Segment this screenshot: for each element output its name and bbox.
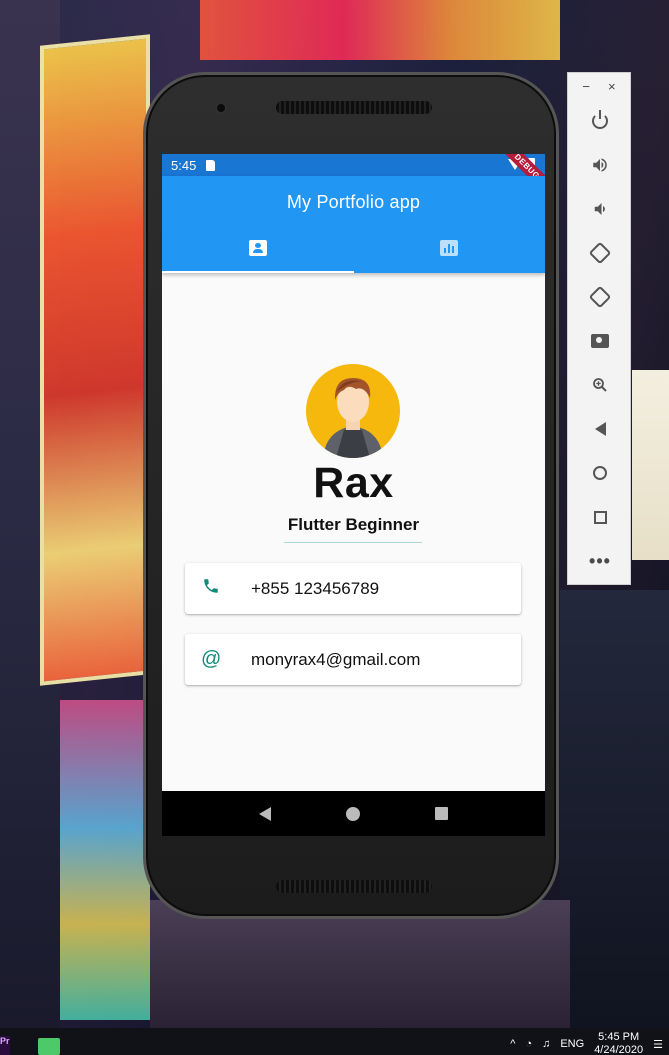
- power-icon: [592, 110, 608, 129]
- tab-profile[interactable]: [162, 223, 354, 273]
- nav-home-icon[interactable]: [345, 806, 360, 821]
- volume-down-button[interactable]: [568, 187, 632, 231]
- nav-back-icon[interactable]: [259, 806, 272, 821]
- power-button[interactable]: [568, 99, 632, 143]
- phone-card[interactable]: +855 123456789: [185, 563, 521, 614]
- home-button[interactable]: [568, 451, 632, 495]
- zoom-button[interactable]: [568, 363, 632, 407]
- home-icon: [593, 466, 607, 480]
- zoom-icon: [593, 378, 607, 392]
- app-bar: My Portfolio app: [162, 176, 545, 273]
- rotate-right-icon: [588, 285, 612, 309]
- tab-stats[interactable]: [354, 223, 546, 273]
- phone-icon: [201, 577, 221, 601]
- chevron-up-icon[interactable]: ^: [510, 1038, 515, 1050]
- divider: [284, 542, 422, 543]
- close-button[interactable]: ×: [608, 79, 616, 94]
- profile-content: Rax Flutter Beginner +855 123456789 @ mo…: [162, 273, 545, 836]
- speaker-icon[interactable]: ♫: [542, 1038, 550, 1050]
- android-studio-app-icon[interactable]: [38, 1038, 60, 1055]
- more-button[interactable]: •••: [568, 539, 632, 583]
- clock-date: 4/24/2020: [594, 1044, 644, 1055]
- phone-number: +855 123456789: [251, 578, 380, 598]
- email-address: monyrax4@gmail.com: [251, 649, 421, 669]
- camera-icon: [591, 334, 609, 348]
- system-tray: ^ ◔ ♫ ENG 5:45 PM 4/24/2020 ☰: [510, 1031, 663, 1055]
- sd-card-icon: [206, 159, 216, 171]
- android-nav-bar: [162, 791, 545, 836]
- volume-up-icon: [593, 158, 607, 172]
- phone-screen: 5:45 DEBUG My Portfolio app Rax Flutter …: [162, 154, 545, 836]
- rotate-right-button[interactable]: [568, 275, 632, 319]
- clock-time: 5:45 PM: [598, 1031, 640, 1043]
- screenshot-button[interactable]: [568, 319, 632, 363]
- wallpaper-neon-sign: [200, 0, 560, 60]
- windows-taskbar: Pr ^ ◔ ♫ ENG 5:45 PM 4/24/2020 ☰: [0, 1028, 669, 1055]
- earpiece-speaker: [276, 101, 432, 114]
- rotate-left-icon: [588, 241, 612, 265]
- tab-bar: [162, 223, 545, 273]
- bar-chart-icon: [440, 240, 459, 256]
- contact-card-icon: [248, 240, 267, 256]
- volume-down-icon: [594, 203, 605, 215]
- at-sign-icon: @: [201, 648, 222, 670]
- wallpaper-neon-sign: [632, 370, 669, 560]
- front-camera: [216, 103, 226, 113]
- nav-recents-icon[interactable]: [434, 807, 448, 820]
- volume-up-button[interactable]: [568, 143, 632, 187]
- minimize-button[interactable]: −: [582, 79, 590, 94]
- emulator-toolbar: − × •••: [567, 72, 631, 585]
- profile-name: Rax: [313, 459, 394, 507]
- toolbar-window-controls: − ×: [568, 73, 630, 99]
- status-time: 5:45: [171, 157, 197, 173]
- rotate-left-button[interactable]: [568, 231, 632, 275]
- overview-icon: [593, 510, 607, 524]
- wallpaper-neon-sign: [60, 700, 150, 1020]
- avatar-icon: [306, 364, 400, 458]
- notification-icon[interactable]: ☰: [653, 1038, 663, 1051]
- overview-button[interactable]: [568, 495, 632, 539]
- profile-subtitle: Flutter Beginner: [287, 515, 420, 534]
- emulator-phone-frame: 5:45 DEBUG My Portfolio app Rax Flutter …: [143, 72, 559, 919]
- bottom-speaker: [276, 880, 432, 893]
- language-indicator[interactable]: ENG: [560, 1038, 584, 1050]
- back-button[interactable]: [568, 407, 632, 451]
- email-card[interactable]: @ monyrax4@gmail.com: [185, 634, 521, 685]
- taskbar-clock[interactable]: 5:45 PM 4/24/2020: [594, 1031, 643, 1055]
- premiere-app-icon[interactable]: Pr: [0, 1036, 10, 1055]
- more-icon: •••: [589, 550, 611, 571]
- back-icon: [594, 422, 606, 436]
- status-bar: 5:45 DEBUG: [162, 154, 545, 200]
- wallpaper-building: [560, 590, 669, 1028]
- wallpaper-neon-sign: [40, 34, 150, 686]
- wallpaper-street: [150, 900, 570, 1028]
- network-icon[interactable]: ◔: [525, 1038, 532, 1050]
- app-title: My Portfolio app: [286, 192, 421, 212]
